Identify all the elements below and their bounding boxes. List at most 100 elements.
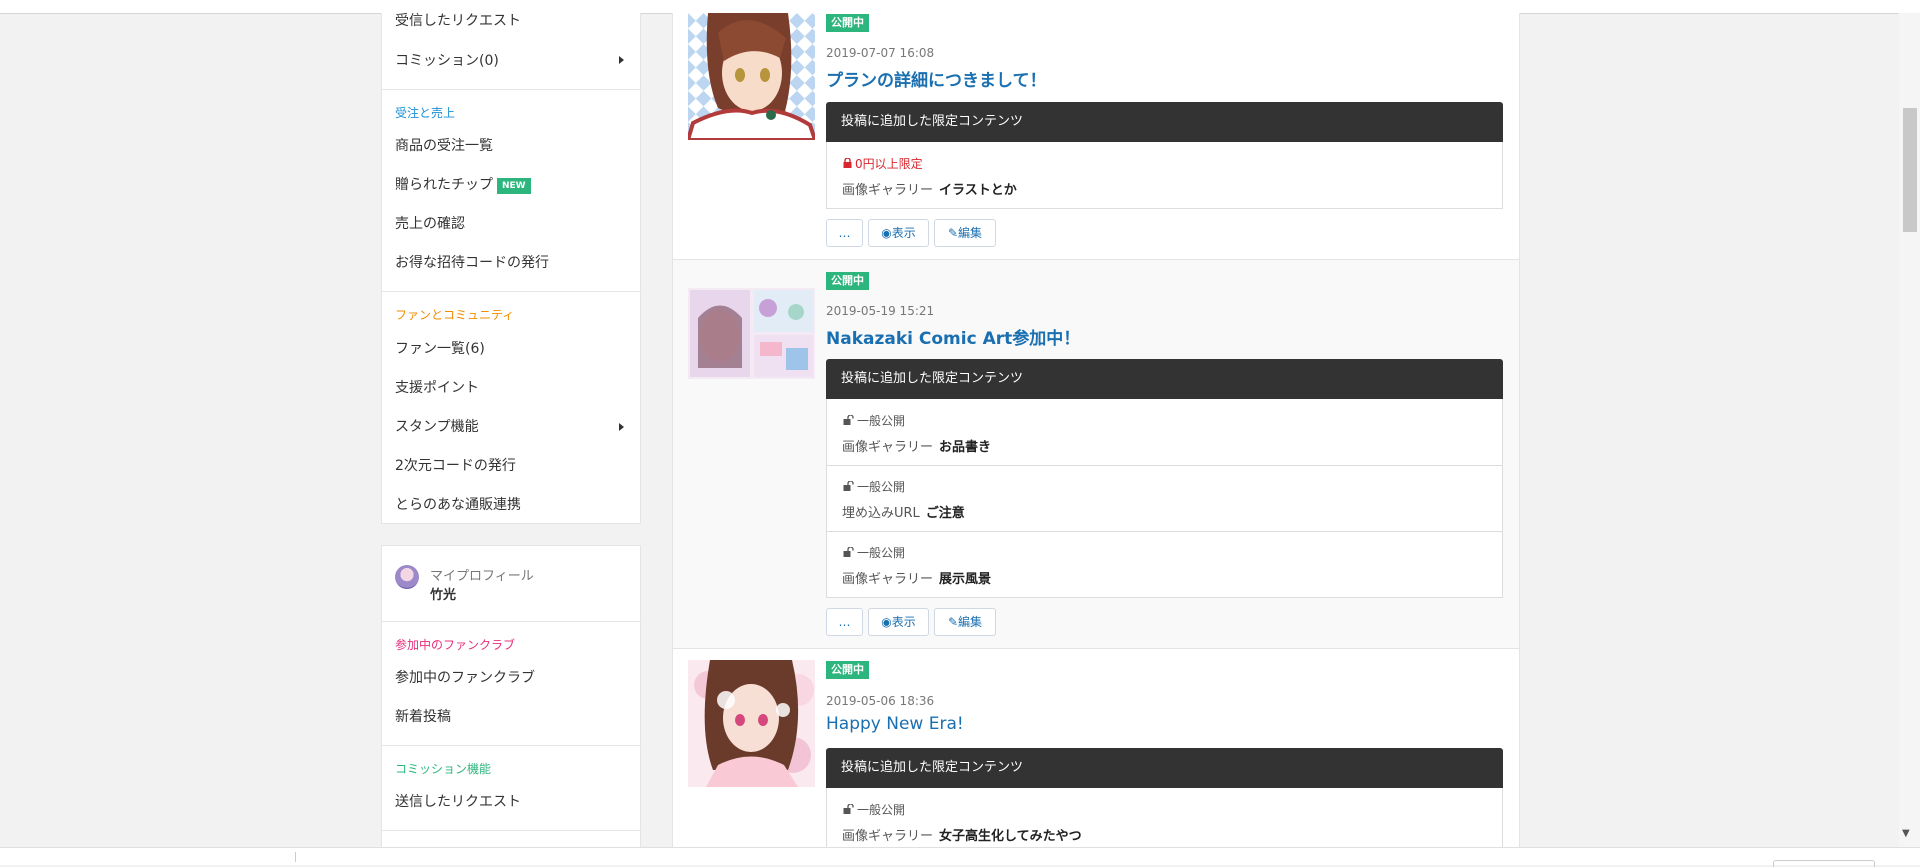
- edit-button[interactable]: ✎編集: [934, 219, 996, 247]
- content-name: ご注意: [925, 506, 965, 521]
- post-date: 2019-05-19 15:21: [826, 304, 935, 318]
- sidebar-item-orders[interactable]: 商品の受注一覧: [395, 135, 493, 155]
- edit-button[interactable]: ✎編集: [934, 608, 996, 636]
- unlock-icon: [843, 546, 854, 560]
- access-level: 一般公開: [843, 544, 905, 561]
- unlock-icon: [843, 803, 854, 817]
- divider: [295, 852, 296, 862]
- unlock-icon: [843, 480, 854, 494]
- profile-label: マイプロフィール: [430, 569, 534, 584]
- sidebar-item-commission[interactable]: コミッション(0): [395, 50, 499, 70]
- post-thumbnail[interactable]: [688, 288, 815, 379]
- access-level-label: 一般公開: [857, 480, 906, 494]
- content-item[interactable]: 画像ギャラリー お品書き: [842, 436, 991, 455]
- limited-content-header: 投稿に追加した限定コンテンツ: [826, 748, 1503, 788]
- thumbnail-illustration: [688, 13, 815, 140]
- divider: [381, 89, 641, 90]
- thumbnail-illustration: [688, 660, 815, 787]
- sidebar-item-received-requests[interactable]: 受信したリクエスト: [395, 10, 521, 30]
- content-item[interactable]: 埋め込みURL ご注意: [842, 502, 965, 521]
- content-item[interactable]: 画像ギャラリー 展示風景: [842, 568, 991, 587]
- post-thumbnail[interactable]: [688, 660, 815, 787]
- section-heading-fans: ファンとコミュニティ: [395, 308, 515, 322]
- divider: [826, 465, 1503, 466]
- access-level: 一般公開: [843, 478, 905, 495]
- thumbnail-illustration: [688, 288, 815, 379]
- lock-icon: [843, 157, 852, 171]
- view-label: 表示: [891, 226, 916, 240]
- content-name: 女子高生化してみたやつ: [939, 829, 1082, 844]
- pencil-icon: ✎: [947, 615, 959, 629]
- scroll-down-arrow-icon[interactable]: ▼: [1902, 828, 1910, 839]
- divider: [826, 531, 1503, 532]
- pencil-icon: ✎: [947, 226, 959, 240]
- sidebar-item-support-points[interactable]: 支援ポイント: [395, 377, 479, 397]
- access-level-label: 一般公開: [857, 414, 906, 428]
- sidebar-item-invite-code[interactable]: お得な招待コードの発行: [395, 252, 549, 272]
- chevron-right-icon[interactable]: [619, 56, 624, 64]
- profile-name[interactable]: 竹光: [430, 584, 456, 603]
- content-item[interactable]: 画像ギャラリー イラストとか: [842, 179, 1017, 198]
- scrollbar-thumb[interactable]: [1903, 108, 1917, 232]
- post-date: 2019-05-06 18:36: [826, 694, 935, 708]
- access-level: 0円以上限定: [843, 155, 923, 172]
- sidebar-item-joined-fanclubs[interactable]: 参加中のファンクラブ: [395, 667, 535, 687]
- more-button[interactable]: …: [826, 608, 863, 636]
- sidebar-item-fan-list[interactable]: ファン一覧(6): [395, 338, 485, 358]
- limited-content-header: 投稿に追加した限定コンテンツ: [826, 359, 1503, 399]
- sidebar-item-sales[interactable]: 売上の確認: [395, 213, 465, 233]
- access-level-label: 0円以上限定: [855, 157, 923, 171]
- edit-label: 編集: [958, 226, 983, 240]
- eye-icon: ◉: [881, 615, 892, 629]
- sidebar-item-qr-code[interactable]: 2次元コードの発行: [395, 455, 516, 475]
- content-type: 画像ギャラリー: [842, 572, 934, 587]
- section-heading-commission: コミッション機能: [395, 762, 492, 776]
- sidebar-item-toranoana[interactable]: とらのあな通販連携: [395, 494, 521, 514]
- content-name: お品書き: [939, 440, 992, 455]
- status-badge: 公開中: [826, 661, 869, 679]
- status-badge: 公開中: [826, 14, 869, 32]
- content-item[interactable]: 画像ギャラリー 女子高生化してみたやつ: [842, 825, 1082, 844]
- avatar[interactable]: [395, 565, 419, 589]
- divider: [381, 621, 641, 622]
- section-heading-fanclubs: 参加中のファンクラブ: [395, 638, 516, 652]
- chevron-right-icon[interactable]: [619, 423, 624, 431]
- access-level-label: 一般公開: [857, 803, 906, 817]
- unlock-icon: [843, 414, 854, 428]
- eye-icon: ◉: [881, 226, 892, 240]
- more-button[interactable]: …: [826, 219, 863, 247]
- access-level-label: 一般公開: [857, 546, 906, 560]
- access-level: 一般公開: [843, 412, 905, 429]
- sidebar-item-sent-requests[interactable]: 送信したリクエスト: [395, 791, 521, 811]
- post-title[interactable]: Nakazaki Comic Art参加中！: [826, 324, 1080, 349]
- access-level: 一般公開: [843, 801, 905, 818]
- sidebar-item-stamps[interactable]: スタンプ機能: [395, 416, 479, 436]
- browser-status-bar: [0, 847, 1920, 867]
- post-thumbnail[interactable]: [688, 13, 815, 140]
- status-badge: 公開中: [826, 272, 869, 290]
- view-button[interactable]: ◉表示: [868, 608, 929, 636]
- post-date: 2019-07-07 16:08: [826, 46, 935, 60]
- sidebar-item-tips[interactable]: 贈られたチップ NEW: [395, 174, 531, 194]
- divider: [381, 291, 641, 292]
- sidebar-item-label: 贈られたチップ: [395, 177, 493, 193]
- content-type: 画像ギャラリー: [842, 829, 934, 844]
- view-button[interactable]: ◉表示: [868, 219, 929, 247]
- content-name: 展示風景: [939, 572, 992, 587]
- divider: [381, 830, 641, 831]
- content-type: 埋め込みURL: [842, 506, 920, 521]
- content-type: 画像ギャラリー: [842, 440, 934, 455]
- view-label: 表示: [891, 615, 916, 629]
- sidebar-item-new-posts[interactable]: 新着投稿: [395, 706, 451, 726]
- post-title[interactable]: Happy New Era!: [826, 714, 964, 734]
- content-type: 画像ギャラリー: [842, 183, 934, 198]
- edit-label: 編集: [958, 615, 983, 629]
- divider: [381, 745, 641, 746]
- limited-content-list: [826, 142, 1503, 209]
- browser-top-edge: [0, 0, 1920, 14]
- post-title[interactable]: プランの詳細につきまして！: [826, 66, 1047, 91]
- content-name: イラストとか: [939, 183, 1017, 198]
- limited-content-header: 投稿に追加した限定コンテンツ: [826, 102, 1503, 142]
- new-badge: NEW: [497, 178, 531, 194]
- section-heading-orders: 受注と売上: [395, 106, 456, 120]
